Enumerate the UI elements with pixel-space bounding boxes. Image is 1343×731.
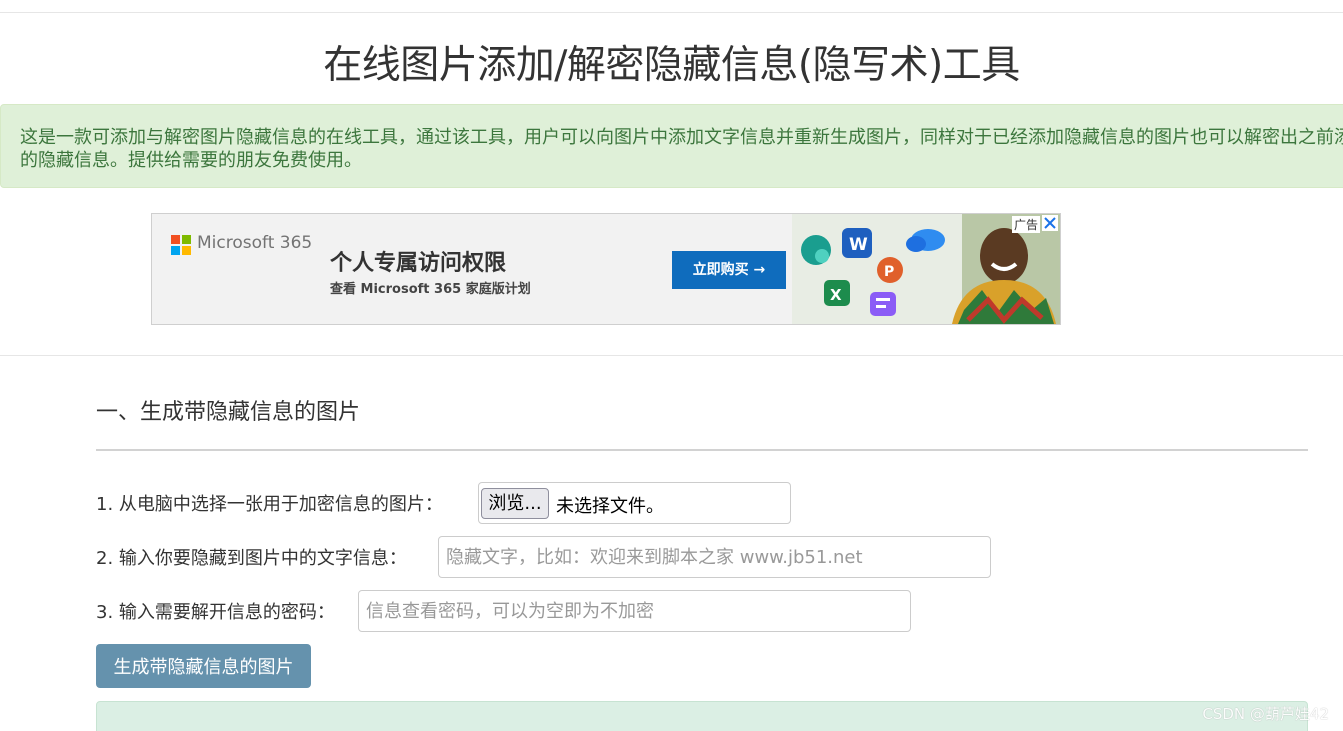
section-divider	[0, 355, 1343, 356]
generate-button[interactable]: 生成带隐藏信息的图片	[96, 644, 311, 688]
page-title: 在线图片添加/解密隐藏信息(隐写术)工具	[323, 43, 1020, 88]
file-status: 未选择文件。	[556, 496, 664, 517]
ad-buy-button[interactable]: 立即购买 →	[672, 251, 786, 289]
intro-text: 这是一款可添加与解密图片隐藏信息的在线工具，通过该工具，用户可以向图片中添加文字…	[20, 127, 1343, 171]
watermark: CSDN @葫芦娃42	[1202, 705, 1329, 723]
powerpoint-icon: P	[877, 257, 903, 283]
hidden-text-input[interactable]	[438, 536, 991, 578]
intro-alert: 这是一款可添加与解密图片隐藏信息的在线工具，通过该工具，用户可以向图片中添加文字…	[0, 104, 1343, 188]
ad-label: 广告	[1011, 216, 1040, 233]
browse-button[interactable]: 浏览...	[481, 488, 549, 519]
result-alert	[96, 701, 1308, 731]
step2-label: 2. 输入你要隐藏到图片中的文字信息：	[96, 548, 407, 569]
loop-icon	[801, 235, 831, 265]
svg-text:W: W	[849, 235, 868, 255]
file-picker[interactable]: 浏览... 未选择文件。	[478, 482, 791, 524]
top-divider	[0, 12, 1343, 13]
ad-subline: 查看 Microsoft 365 家庭版计划	[330, 282, 531, 297]
password-input[interactable]	[358, 590, 911, 632]
section-heading: 一、生成带隐藏信息的图片	[96, 400, 361, 425]
word-icon: W	[842, 228, 872, 258]
step3-label: 3. 输入需要解开信息的密码：	[96, 602, 335, 623]
page: 在线图片添加/解密隐藏信息(隐写术)工具 这是一款可添加与解密图片隐藏信息的在线…	[0, 0, 1343, 731]
step1-label: 1. 从电脑中选择一张用于加密信息的图片：	[96, 494, 443, 515]
microsoft-logo-icon	[171, 235, 191, 255]
forms-icon	[870, 292, 896, 316]
section-heading-rule	[96, 449, 1308, 451]
ad-brand: Microsoft 365	[197, 233, 313, 253]
close-icon[interactable]	[1042, 215, 1058, 231]
ad-banner[interactable]: Microsoft 365 个人专属访问权限 查看 Microsoft 365 …	[151, 213, 1061, 325]
svg-text:X: X	[830, 286, 842, 304]
excel-icon: X	[824, 280, 850, 306]
svg-text:P: P	[884, 264, 894, 280]
ad-headline: 个人专属访问权限	[330, 251, 507, 276]
